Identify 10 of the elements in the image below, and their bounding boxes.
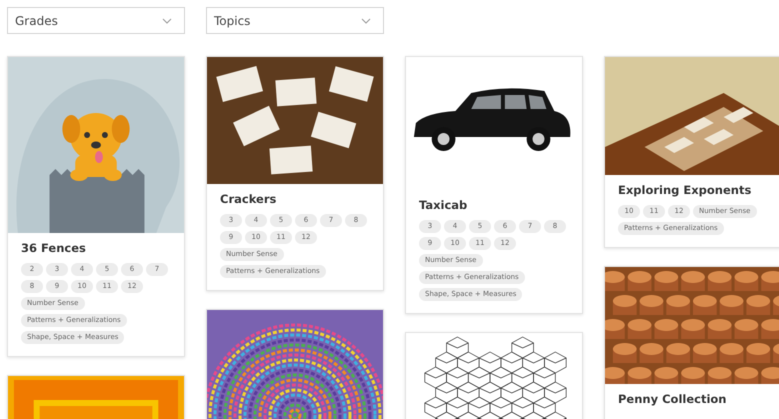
card-title: Exploring Exponents bbox=[618, 183, 752, 197]
activity-card[interactable]: Penny Collection bbox=[604, 266, 779, 419]
chevron-down-icon bbox=[162, 18, 172, 24]
card-title: 36 Fences bbox=[21, 241, 87, 255]
card-title: Penny Collection bbox=[618, 392, 728, 406]
card-title: Taxicab bbox=[419, 198, 468, 212]
filter-dropdown[interactable]: Topics bbox=[206, 7, 384, 34]
card-title: Crackers bbox=[220, 192, 278, 206]
chevron-down-icon bbox=[361, 18, 371, 24]
filter-dropdown[interactable]: Grades bbox=[7, 7, 185, 34]
